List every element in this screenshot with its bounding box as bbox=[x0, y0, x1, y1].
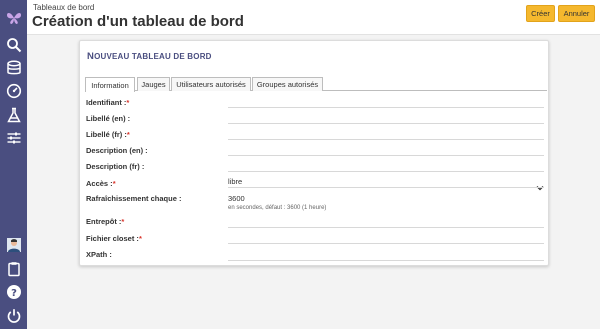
label-en-label: Libellé (en) : bbox=[86, 114, 131, 123]
tab-authorized-groups[interactable]: Groupes autorisés bbox=[252, 77, 323, 91]
refresh-input[interactable]: 3600 bbox=[228, 194, 245, 203]
card-title: NOUVEAU TABLEAU DE BORD bbox=[87, 51, 212, 62]
warehouse-label: Entrepôt :* bbox=[86, 217, 125, 226]
sidebar: ? bbox=[0, 0, 27, 329]
cancel-button[interactable]: Annuler bbox=[558, 5, 595, 22]
tab-information[interactable]: Information bbox=[85, 77, 135, 92]
dashboard-form-card: NOUVEAU TABLEAU DE BORD Information Jaug… bbox=[79, 40, 549, 266]
avatar[interactable] bbox=[4, 235, 23, 254]
page-header: Tableaux de bord Création d'un tableau d… bbox=[27, 0, 600, 35]
tab-jauges[interactable]: Jauges bbox=[137, 77, 170, 91]
xpath-label: XPath : bbox=[86, 250, 112, 259]
access-select-underline bbox=[228, 187, 544, 188]
database-icon[interactable] bbox=[4, 58, 23, 77]
description-fr-input[interactable] bbox=[228, 171, 544, 172]
logo-butterfly-icon[interactable] bbox=[4, 8, 23, 27]
xpath-input[interactable] bbox=[228, 260, 544, 261]
create-button[interactable]: Créer bbox=[526, 5, 555, 22]
gauge-icon[interactable] bbox=[4, 81, 23, 100]
refresh-hint: en secondes, défaut : 3600 (1 heure) bbox=[228, 205, 327, 211]
flask-icon[interactable] bbox=[4, 105, 23, 124]
sliders-icon[interactable] bbox=[4, 128, 23, 147]
access-label: Accès :* bbox=[86, 179, 116, 188]
description-fr-label: Description (fr) : bbox=[86, 162, 145, 171]
clipboard-icon[interactable] bbox=[4, 259, 23, 278]
description-en-label: Description (en) : bbox=[86, 146, 148, 155]
search-icon[interactable] bbox=[4, 35, 23, 54]
closet-file-label: Fichier closet :* bbox=[86, 234, 142, 243]
power-icon[interactable] bbox=[4, 306, 23, 325]
tab-bar: Information Jauges Utilisateurs autorisé… bbox=[85, 77, 547, 92]
refresh-label: Rafraîchissement chaque : bbox=[86, 194, 182, 203]
closet-file-input[interactable] bbox=[228, 243, 544, 244]
page-title: Création d'un tableau de bord bbox=[32, 13, 244, 30]
tab-authorized-users[interactable]: Utilisateurs autorisés bbox=[171, 77, 251, 91]
description-en-input[interactable] bbox=[228, 155, 544, 156]
identifier-label: Identifiant :* bbox=[86, 98, 130, 107]
label-fr-input[interactable] bbox=[228, 139, 544, 140]
identifier-input[interactable] bbox=[228, 107, 544, 108]
help-icon[interactable]: ? bbox=[4, 282, 23, 301]
chevron-down-icon[interactable] bbox=[536, 179, 544, 191]
label-fr-label: Libellé (fr) :* bbox=[86, 130, 130, 139]
label-en-input[interactable] bbox=[228, 123, 544, 124]
access-select[interactable]: libre bbox=[228, 177, 242, 186]
breadcrumb[interactable]: Tableaux de bord bbox=[33, 3, 94, 12]
warehouse-input[interactable] bbox=[228, 227, 544, 228]
svg-text:?: ? bbox=[11, 288, 17, 299]
